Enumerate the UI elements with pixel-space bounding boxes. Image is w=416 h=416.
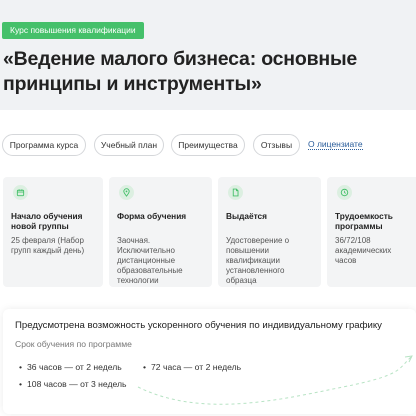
document-icon [228,185,243,200]
page-title: «Ведение малого бизнеса: основные принци… [3,48,358,95]
tab-program[interactable]: Программа курса [2,134,86,156]
card-text: Удостоверение о повышении квалификации у… [226,236,290,285]
card-title: Трудоемкость программы [335,211,393,231]
card-text: 36/72/108 академических часов [335,236,392,265]
license-link-label[interactable]: О лицензиате [308,139,363,150]
tab-curriculum[interactable]: Учебный план [94,134,164,156]
accelerated-title: Предусмотрена возможность ускоренного об… [15,320,382,331]
accelerated-learning-panel: Предусмотрена возможность ускоренного об… [3,309,416,414]
hero-section: Курс повышения квалификации «Ведение мал… [0,0,416,110]
card-title: Выдаётся [226,211,267,221]
calendar-icon [13,185,28,200]
card-workload: Трудоемкость программы 36/72/108 академи… [327,177,416,287]
card-start-date: Начало обучения новой группы 25 февраля … [3,177,103,287]
card-study-form: Форма обучения Заочная. Исключительно ди… [109,177,212,287]
accelerated-subtitle: Срок обучения по программе [15,339,132,349]
duration-option: 72 часа — от 2 недель [143,362,241,372]
tab-reviews[interactable]: Отзывы [253,134,300,156]
duration-option: 36 часов — от 2 недель [19,362,122,372]
license-link[interactable]: О лицензиате [308,134,363,156]
card-text: 25 февраля (Набор групп каждый день) [11,236,85,255]
clock-icon [337,185,352,200]
card-text: Заочная. Исключительно дистанционные обр… [117,236,183,285]
location-pin-icon [119,185,134,200]
card-certificate: Выдаётся Удостоверение о повышении квали… [218,177,321,287]
card-title: Начало обучения новой группы [11,211,83,231]
course-type-badge: Курс повышения квалификации [2,22,144,39]
tab-advantages[interactable]: Преимущества [171,134,245,156]
duration-option: 108 часов — от 3 недель [19,379,127,389]
card-title: Форма обучения [117,211,187,221]
